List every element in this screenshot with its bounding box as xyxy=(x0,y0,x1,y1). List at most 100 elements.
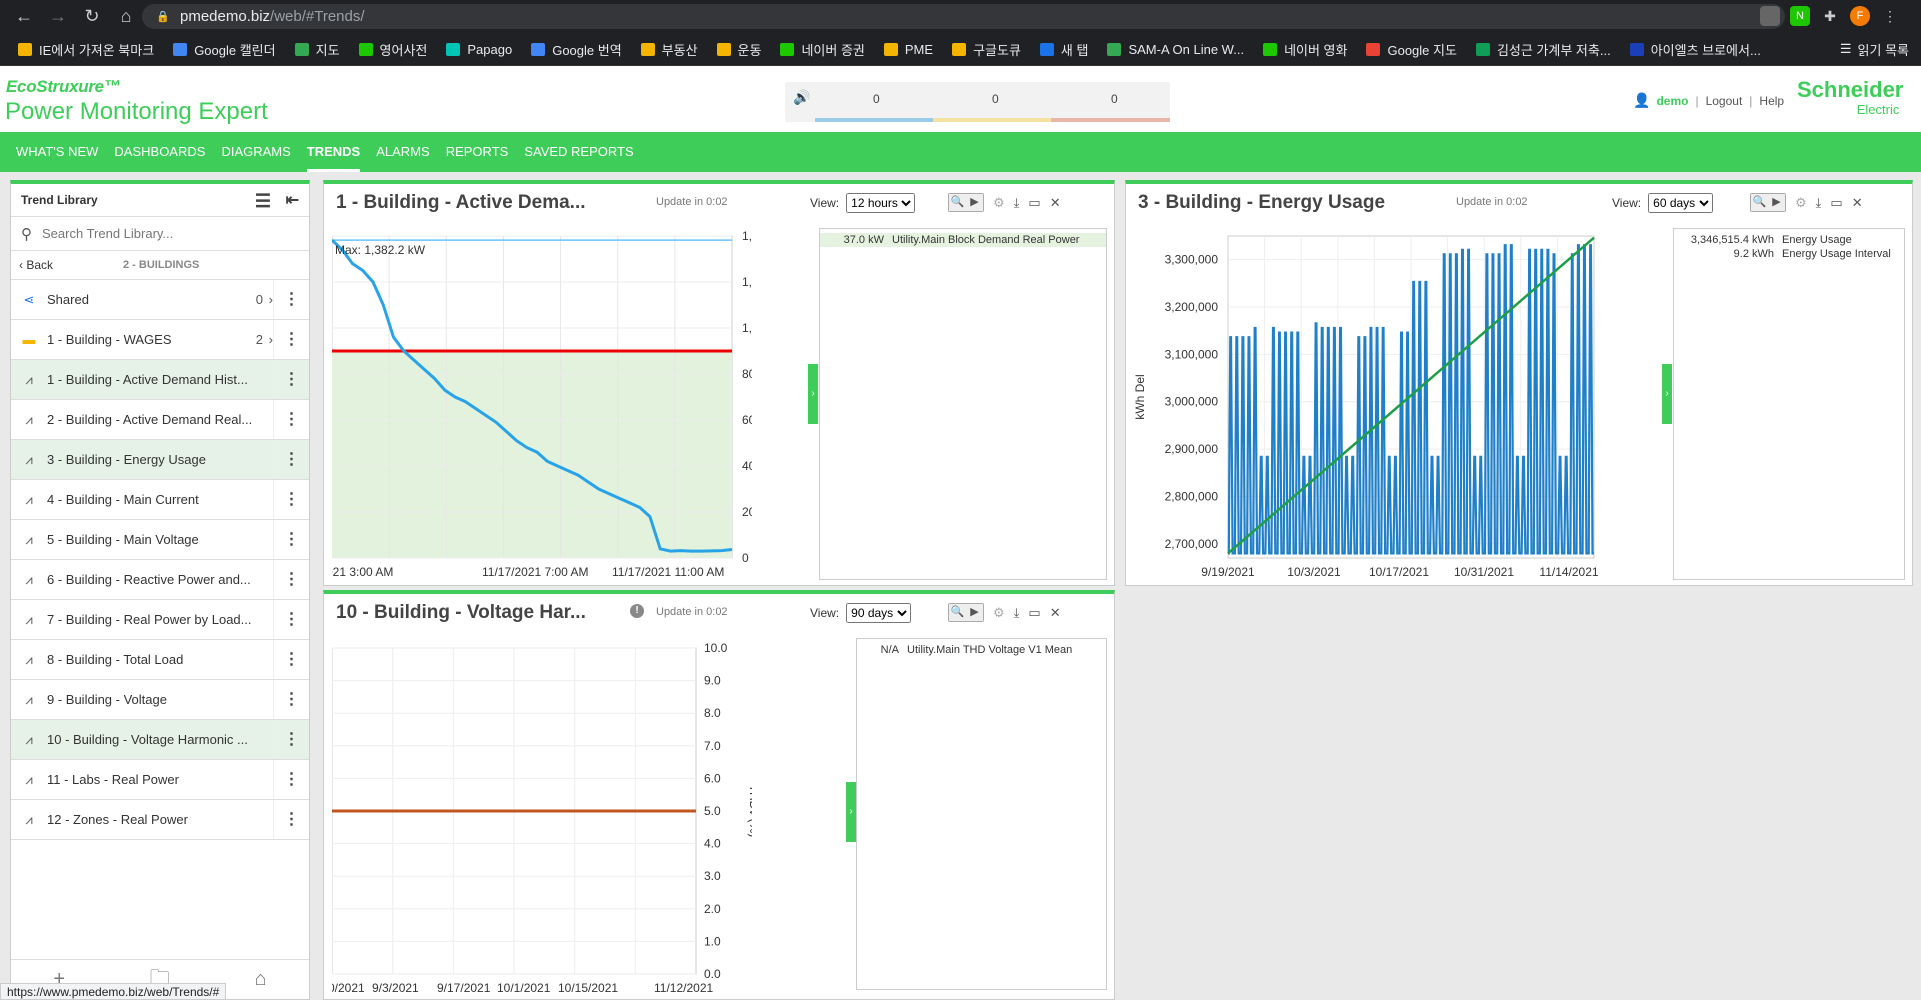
nav-saved-reports[interactable]: SAVED REPORTS xyxy=(524,132,633,172)
close-icon[interactable]: ✕ xyxy=(1852,195,1863,211)
settings-gear-icon[interactable]: ⚙ xyxy=(993,195,1005,211)
search-input[interactable] xyxy=(42,226,282,241)
close-icon[interactable]: ✕ xyxy=(1050,195,1061,211)
item-menu-kebab-icon[interactable]: ⋮ xyxy=(273,680,309,719)
bookmark-item[interactable]: Google 번역 xyxy=(531,40,622,59)
nav-reports[interactable]: REPORTS xyxy=(446,132,509,172)
legend-toggle-handle[interactable]: › xyxy=(1662,364,1672,424)
legend-row[interactable]: N/A Utility.Main THD Voltage V1 Mean xyxy=(857,643,1106,657)
alarm-summary[interactable]: 🔊 0 0 0 xyxy=(785,82,1170,122)
library-item[interactable]: ⩘ 12 - Zones - Real Power ⋮ xyxy=(11,800,309,840)
legend-row[interactable]: 37.0 kW Utility.Main Block Demand Real Po… xyxy=(820,233,1106,247)
library-item[interactable]: ⩘ 9 - Building - Voltage ⋮ xyxy=(11,680,309,720)
nav-alarms[interactable]: ALARMS xyxy=(376,132,429,172)
bookmark-item[interactable]: Papago xyxy=(446,42,512,57)
voltage-harmonic-chart[interactable]: 0.0 1.0 2.0 3.0 4.0 5.0 6.0 7.0 8.0 9.0 10.0 THDv (… xyxy=(332,638,752,998)
warning-icon[interactable]: ! xyxy=(630,604,644,618)
item-menu-kebab-icon[interactable]: ⋮ xyxy=(273,600,309,639)
legend-toggle-handle[interactable]: › xyxy=(846,782,856,842)
nav-dashboards[interactable]: DASHBOARDS xyxy=(114,132,205,172)
help-link[interactable]: Help xyxy=(1759,94,1784,108)
library-item[interactable]: ⩘ 4 - Building - Main Current ⋮ xyxy=(11,480,309,520)
item-menu-kebab-icon[interactable]: ⋮ xyxy=(273,560,309,599)
reading-list[interactable]: ☰ 읽기 목록 xyxy=(1840,40,1909,59)
bookmark-item[interactable]: IE에서 가져온 북마크 xyxy=(18,40,154,59)
bookmark-item[interactable]: 김성근 가계부 저축... xyxy=(1475,40,1611,59)
forward-arrow-icon[interactable]: → xyxy=(48,6,68,27)
library-item[interactable]: ⩘ 6 - Building - Reactive Power and... ⋮ xyxy=(11,560,309,600)
item-menu-kebab-icon[interactable]: ⋮ xyxy=(273,400,309,439)
bookmark-item[interactable]: 영어사전 xyxy=(358,40,427,59)
speaker-icon[interactable]: 🔊 xyxy=(793,89,810,106)
bookmark-item[interactable]: 네이버 증권 xyxy=(780,40,865,59)
bookmark-item[interactable]: 운동 xyxy=(716,40,761,59)
library-item[interactable]: ⩘ 5 - Building - Main Voltage ⋮ xyxy=(11,520,309,560)
play-icon[interactable]: ▶ xyxy=(966,194,983,211)
zoom-icon[interactable]: 🔍 xyxy=(949,604,966,621)
item-menu-kebab-icon[interactable]: ⋮ xyxy=(273,280,309,319)
home-icon[interactable]: ⌂ xyxy=(255,968,267,991)
legend-row[interactable]: 3,346,515.4 kWh Energy Usage xyxy=(1674,233,1904,247)
bookmark-item[interactable]: 지도 xyxy=(294,40,340,59)
view-range-select[interactable]: 12 hours xyxy=(846,193,916,213)
zoom-icon[interactable]: 🔍 xyxy=(1751,194,1768,211)
item-menu-kebab-icon[interactable]: ⋮ xyxy=(273,800,309,839)
maximize-icon[interactable]: ▭ xyxy=(1830,195,1842,211)
view-range-select[interactable]: 60 days xyxy=(1648,193,1714,213)
library-item[interactable]: ⩘ 10 - Building - Voltage Harmonic ... ⋮ xyxy=(11,720,309,760)
back-arrow-icon[interactable]: ← xyxy=(14,6,34,27)
settings-gear-icon[interactable]: ⚙ xyxy=(1795,195,1807,211)
library-item[interactable]: ⩘ 1 - Building - Active Demand Hist... ⋮ xyxy=(11,360,309,400)
library-item[interactable]: ⩘ 7 - Building - Real Power by Load... ⋮ xyxy=(11,600,309,640)
library-item[interactable]: ▬ 1 - Building - WAGES 2 › ⋮ xyxy=(11,320,309,360)
item-menu-kebab-icon[interactable]: ⋮ xyxy=(273,760,309,799)
bookmark-item[interactable]: 새 탭 xyxy=(1039,40,1088,59)
item-menu-kebab-icon[interactable]: ⋮ xyxy=(273,440,309,479)
reload-icon[interactable]: ↻ xyxy=(82,6,102,27)
library-item[interactable]: ⩘ 11 - Labs - Real Power ⋮ xyxy=(11,760,309,800)
hamburger-menu-icon[interactable]: ☰ xyxy=(255,191,271,212)
naver-extension-icon[interactable]: N xyxy=(1790,6,1810,26)
item-menu-kebab-icon[interactable]: ⋮ xyxy=(273,520,309,559)
puzzle-icon[interactable]: ✚ xyxy=(1820,6,1840,26)
bookmark-item[interactable]: 구글도큐 xyxy=(952,40,1021,59)
username[interactable]: demo xyxy=(1656,94,1688,108)
active-demand-chart[interactable]: 0 200 400 600 800 1,000 1,200 1,400 Max: 1,382.2… xyxy=(332,228,752,582)
bookmark-item[interactable]: Google 캘린더 xyxy=(173,40,276,59)
library-item[interactable]: ⩘ 8 - Building - Total Load ⋮ xyxy=(11,640,309,680)
download-icon[interactable]: ⤓ xyxy=(1014,605,1020,621)
library-item[interactable]: ⩘ 2 - Building - Active Demand Real... ⋮ xyxy=(11,400,309,440)
logout-link[interactable]: Logout xyxy=(1706,94,1743,108)
play-icon[interactable]: ▶ xyxy=(1768,194,1785,211)
address-bar[interactable]: 🔒 pmedemo.biz/web/#Trends/ ☆ xyxy=(142,4,1785,29)
item-menu-kebab-icon[interactable]: ⋮ xyxy=(273,640,309,679)
download-icon[interactable]: ⤓ xyxy=(1816,195,1822,211)
item-menu-kebab-icon[interactable]: ⋮ xyxy=(273,320,309,359)
legend-row[interactable]: 9.2 kWh Energy Usage Interval xyxy=(1674,247,1904,261)
item-menu-kebab-icon[interactable]: ⋮ xyxy=(273,480,309,519)
settings-gear-icon[interactable]: ⚙ xyxy=(993,605,1005,621)
bookmark-item[interactable]: 네이버 영화 xyxy=(1263,40,1347,59)
view-range-select[interactable]: 90 days xyxy=(846,603,912,623)
menu-kebab-icon[interactable]: ⋮ xyxy=(1880,6,1900,26)
home-icon[interactable]: ⌂ xyxy=(116,6,136,27)
back-button[interactable]: ‹ Back xyxy=(19,258,53,272)
maximize-icon[interactable]: ▭ xyxy=(1028,195,1040,211)
library-item[interactable]: ⋖ Shared 0 › ⋮ xyxy=(11,280,309,320)
close-icon[interactable]: ✕ xyxy=(1050,605,1061,621)
bookmark-item[interactable]: Google 지도 xyxy=(1366,40,1457,59)
bookmark-item[interactable]: 부동산 xyxy=(640,40,698,59)
library-item[interactable]: ⩘ 3 - Building - Energy Usage ⋮ xyxy=(11,440,309,480)
maximize-icon[interactable]: ▭ xyxy=(1028,605,1040,621)
extension-icon[interactable] xyxy=(1760,6,1780,26)
legend-toggle-handle[interactable]: › xyxy=(808,364,818,424)
nav-diagrams[interactable]: DIAGRAMS xyxy=(221,132,290,172)
play-icon[interactable]: ▶ xyxy=(966,604,983,621)
energy-usage-chart[interactable]: 2,700,000 2,800,000 2,900,000 3,000,000 3,10… xyxy=(1130,228,1600,582)
collapse-panel-icon[interactable]: ⇤ xyxy=(286,190,299,210)
item-menu-kebab-icon[interactable]: ⋮ xyxy=(273,720,309,759)
zoom-icon[interactable]: 🔍 xyxy=(949,194,966,211)
item-menu-kebab-icon[interactable]: ⋮ xyxy=(273,360,309,399)
nav-what-s-new[interactable]: WHAT'S NEW xyxy=(16,132,98,172)
download-icon[interactable]: ⤓ xyxy=(1014,195,1020,211)
